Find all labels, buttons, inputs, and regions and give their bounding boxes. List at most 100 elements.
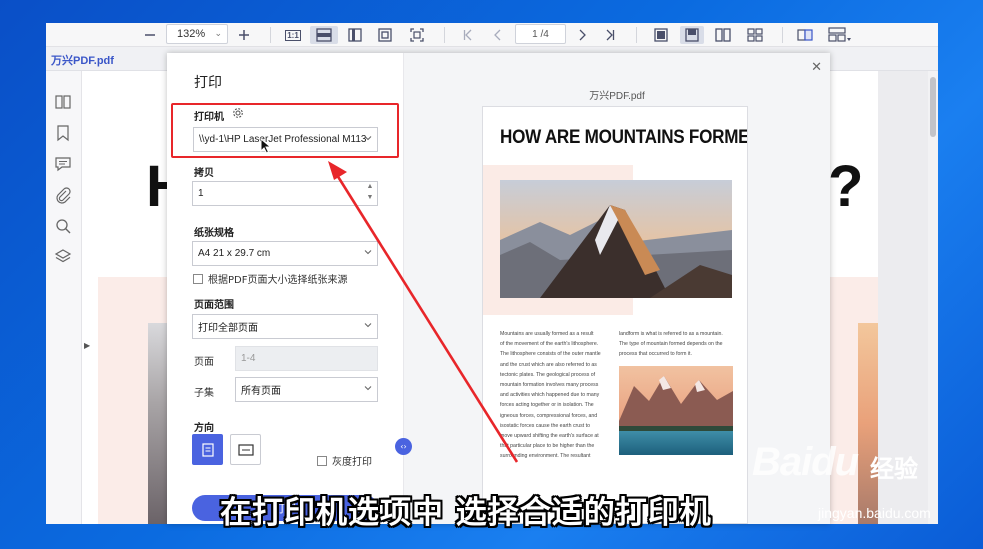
preview-text-line: move upward shifting the earth's surface… xyxy=(500,433,599,440)
preview-text-line: and the crust which are also referred to… xyxy=(500,361,597,368)
zoom-in-button[interactable] xyxy=(236,26,252,44)
mouse-cursor-icon xyxy=(260,138,272,154)
fit-width-icon xyxy=(316,28,332,42)
auto-paper-source-option[interactable]: 根据PDF页面大小选择纸张来源 xyxy=(193,271,347,286)
preview-text-line: The lithosphere consists of the outer ma… xyxy=(500,351,601,358)
page-range-select[interactable]: 打印全部页面 xyxy=(192,314,378,339)
document-tab[interactable]: 万兴PDF.pdf xyxy=(51,52,114,68)
grayscale-option[interactable]: 灰度打印 xyxy=(317,453,372,468)
minus-icon xyxy=(145,34,155,36)
vertical-scrollbar[interactable] xyxy=(928,71,938,524)
actual-size-button[interactable]: 1:1 xyxy=(284,26,302,44)
fit-visible-button[interactable] xyxy=(376,26,394,44)
two-page-continuous-button[interactable] xyxy=(746,26,764,44)
increment-icon[interactable]: ▲ xyxy=(365,183,375,193)
auto-paper-source-label: 根据PDF页面大小选择纸张来源 xyxy=(208,275,348,286)
preview-text-line: The type of mountain formed depends on t… xyxy=(619,341,723,348)
preview-text-line: mountain formation involves many process xyxy=(500,382,599,389)
fullscreen-icon xyxy=(410,28,424,42)
comment-icon[interactable] xyxy=(54,155,72,173)
page-range-label: 页面范围 xyxy=(194,300,234,311)
dialog-title: 打印 xyxy=(194,75,222,91)
first-page-button[interactable] xyxy=(460,26,476,44)
thumbnails-icon[interactable] xyxy=(54,93,72,111)
video-subtitle: 在打印机选项中 选择合适的打印机 xyxy=(220,495,712,531)
subset-value: 所有页面 xyxy=(241,386,281,397)
page-number-input[interactable]: 1 /4 xyxy=(515,24,566,44)
next-page-button[interactable] xyxy=(574,26,590,44)
preview-text-line: forces acting together or in isolation. … xyxy=(500,402,594,409)
fit-page-icon xyxy=(348,28,362,42)
preview-page-title: HOW ARE MOUNTAINS FORMED? xyxy=(500,127,748,148)
preview-text-line: surrounding environment. The resultant xyxy=(500,453,591,460)
code-arrows-icon: ‹› xyxy=(400,442,407,451)
fit-width-button[interactable] xyxy=(310,26,338,44)
grayscale-checkbox[interactable] xyxy=(317,455,327,466)
chevron-down-icon: ⌄ xyxy=(214,28,222,38)
pages-placeholder: 1-4 xyxy=(241,353,256,364)
attachment-icon[interactable] xyxy=(54,186,72,204)
page-range-value: 打印全部页面 xyxy=(198,323,258,334)
chevron-right-icon xyxy=(579,29,586,41)
auto-paper-source-checkbox[interactable] xyxy=(193,273,203,284)
pages-input[interactable]: 1-4 xyxy=(235,346,378,371)
two-page-view-button[interactable] xyxy=(714,26,732,44)
layers-icon[interactable] xyxy=(54,248,72,266)
paper-size-value: A4 21 x 29.7 cm xyxy=(198,248,271,259)
page-indicator: 1 /4 xyxy=(532,28,549,40)
preview-text-line: of the movement of the earth's lithosphe… xyxy=(500,341,599,348)
paper-size-label: 纸张规格 xyxy=(194,228,234,239)
left-sidebar xyxy=(46,71,82,524)
previous-page-button[interactable] xyxy=(490,26,506,44)
zoom-out-button[interactable] xyxy=(142,26,158,44)
fit-visible-icon xyxy=(378,28,392,42)
copies-label: 拷贝 xyxy=(194,168,214,179)
preview-text-column-1: Mountains are usually formed as a result… xyxy=(500,329,604,462)
landscape-orientation-button[interactable] xyxy=(230,434,261,465)
bookmark-icon[interactable] xyxy=(54,124,72,142)
compare-button[interactable] xyxy=(796,26,814,44)
copies-value: 1 xyxy=(198,188,204,199)
full-screen-button[interactable] xyxy=(408,26,426,44)
page-photo xyxy=(858,323,878,524)
toolbar-divider xyxy=(270,27,271,43)
sidebar-expand-icon[interactable]: ▶ xyxy=(84,341,90,350)
close-icon[interactable]: ✕ xyxy=(811,60,822,75)
page-photo xyxy=(148,323,168,524)
grayscale-label: 灰度打印 xyxy=(332,457,372,468)
compare-icon xyxy=(797,29,813,41)
collapse-panel-button[interactable]: ‹› xyxy=(395,438,412,455)
chevron-left-icon xyxy=(494,29,501,41)
preview-text-line: landform is what is referred to as a mou… xyxy=(619,331,723,337)
continuous-view-button[interactable] xyxy=(680,26,704,44)
portrait-icon xyxy=(201,442,214,457)
copies-stepper[interactable]: 1 ▲ ▼ xyxy=(192,181,378,206)
baidu-jingyan-watermark: Baidu 经验 jingyan.baidu.com xyxy=(752,440,931,521)
preview-text-column-2: landform is what is referred to as a mou… xyxy=(619,329,735,360)
preview-text-line: and activities which happened due to man… xyxy=(500,392,600,399)
pages-label: 页面 xyxy=(194,357,214,368)
lake-photo xyxy=(619,366,733,455)
layout-menu-button[interactable] xyxy=(826,26,854,44)
last-page-button[interactable] xyxy=(602,26,618,44)
zoom-select[interactable]: 132% ⌄ xyxy=(166,24,228,44)
mountain-photo xyxy=(500,180,732,298)
search-icon[interactable] xyxy=(54,217,72,235)
portrait-orientation-button[interactable] xyxy=(192,434,223,465)
watermark-cn-text: 经验 xyxy=(870,455,918,483)
paper-size-select[interactable]: A4 21 x 29.7 cm xyxy=(192,241,378,266)
single-page-view-button[interactable] xyxy=(652,26,670,44)
fit-page-button[interactable] xyxy=(346,26,364,44)
subset-select[interactable]: 所有页面 xyxy=(235,377,378,402)
last-page-icon xyxy=(606,29,615,41)
plus-icon xyxy=(239,30,249,40)
toolbar-divider xyxy=(636,27,637,43)
zoom-value: 132% xyxy=(177,28,206,40)
printer-highlight-box xyxy=(171,103,399,158)
decrement-icon[interactable]: ▼ xyxy=(365,194,375,204)
two-page-icon xyxy=(715,28,731,42)
scrollbar-thumb[interactable] xyxy=(930,77,936,137)
first-page-icon xyxy=(463,29,472,41)
preview-page: HOW ARE MOUNTAINS FORMED? Mountains are … xyxy=(482,106,748,524)
preview-text-line: process that occurred to form it. xyxy=(619,351,692,358)
